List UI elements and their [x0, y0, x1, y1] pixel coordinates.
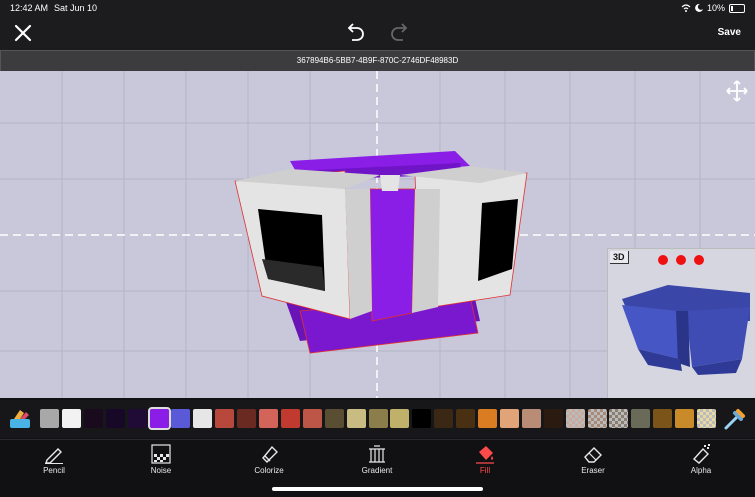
status-bar: 12:42 AM Sat Jun 10 10% — [0, 0, 755, 16]
palette-swatch[interactable] — [171, 409, 191, 428]
tool-fill[interactable]: Fill — [455, 444, 515, 475]
palette-swatch[interactable] — [412, 409, 432, 428]
tool-colorize-label: Colorize — [254, 466, 284, 475]
fill-bucket-icon — [476, 446, 494, 464]
home-indicator — [272, 487, 483, 491]
top-toolbar: Save — [0, 16, 755, 50]
undo-icon[interactable] — [344, 22, 366, 44]
palette-swatch[interactable] — [565, 409, 585, 428]
alpha-icon — [692, 444, 710, 464]
asset-id-bar: 367894B6-5BB7-4B9F-870C-2746DF48983D — [0, 50, 755, 72]
palette-swatch[interactable] — [61, 409, 81, 428]
move-arrows-icon[interactable] — [725, 79, 749, 103]
palette-swatch[interactable] — [127, 409, 147, 428]
palette-swatch[interactable] — [324, 409, 344, 428]
palette-swatch[interactable] — [609, 409, 629, 428]
palette-swatch[interactable] — [215, 409, 235, 428]
palette-swatch[interactable] — [587, 409, 607, 428]
palette-swatch[interactable] — [302, 409, 322, 428]
eyedropper-icon[interactable] — [722, 408, 746, 430]
palette-swatch[interactable] — [147, 407, 171, 430]
tool-alpha[interactable]: Alpha — [671, 444, 731, 475]
colorize-icon — [262, 445, 278, 463]
tool-noise[interactable]: Noise — [131, 444, 191, 475]
tool-fill-label: Fill — [479, 466, 491, 475]
status-time: 12:42 AM — [10, 3, 49, 13]
palette-swatch[interactable] — [478, 409, 497, 428]
battery-percent: 10% — [706, 3, 725, 13]
pencil-icon — [45, 448, 63, 464]
tool-pencil-label: Pencil — [43, 466, 65, 475]
preview-model — [622, 285, 750, 375]
palette-swatch[interactable] — [543, 409, 563, 428]
tool-alpha-label: Alpha — [690, 466, 712, 475]
battery-icon — [729, 3, 745, 13]
palette-swatch[interactable] — [499, 409, 519, 428]
tool-pencil[interactable]: Pencil — [24, 444, 84, 475]
palette-swatch[interactable] — [40, 409, 59, 428]
palette-swatch[interactable] — [653, 409, 673, 428]
tool-eraser-label: Eraser — [581, 466, 605, 475]
gradient-icon — [369, 445, 385, 463]
palette-swatch[interactable] — [434, 409, 454, 428]
palette-swatch[interactable] — [259, 409, 278, 428]
model-viewport[interactable]: 3D — [0, 71, 755, 398]
status-right: 10% — [681, 3, 745, 13]
palette-swatch[interactable] — [390, 409, 410, 428]
tool-gradient[interactable]: Gradient — [347, 444, 407, 475]
close-icon[interactable] — [12, 22, 34, 44]
palette-swatch[interactable] — [237, 409, 257, 428]
palette-swatch[interactable] — [697, 409, 716, 428]
palette-swatch[interactable] — [280, 409, 300, 428]
palette-swatch[interactable] — [521, 409, 541, 428]
color-palette — [0, 400, 755, 438]
tool-noise-label: Noise — [150, 466, 172, 475]
palette-swatch[interactable] — [675, 409, 695, 428]
preview-3d-panel[interactable]: 3D — [607, 248, 755, 398]
eraser-icon — [584, 447, 602, 463]
palette-swatch[interactable] — [346, 409, 366, 428]
palette-swatch[interactable] — [83, 409, 103, 428]
redo-icon[interactable] — [389, 22, 411, 44]
moon-icon — [695, 4, 703, 12]
wifi-icon — [681, 4, 691, 12]
palette-swatch[interactable] — [631, 409, 651, 428]
palette-swatch[interactable] — [456, 409, 476, 428]
tool-colorize[interactable]: Colorize — [239, 444, 299, 475]
palette-picker-icon[interactable] — [8, 408, 32, 430]
noise-icon — [151, 444, 171, 464]
status-date: Sat Jun 10 — [54, 3, 98, 13]
tool-gradient-label: Gradient — [361, 466, 393, 475]
palette-swatch[interactable] — [193, 409, 213, 428]
palette-swatch[interactable] — [105, 409, 125, 428]
tool-eraser[interactable]: Eraser — [563, 444, 623, 475]
save-button[interactable]: Save — [718, 27, 741, 38]
palette-swatch[interactable] — [368, 409, 388, 428]
